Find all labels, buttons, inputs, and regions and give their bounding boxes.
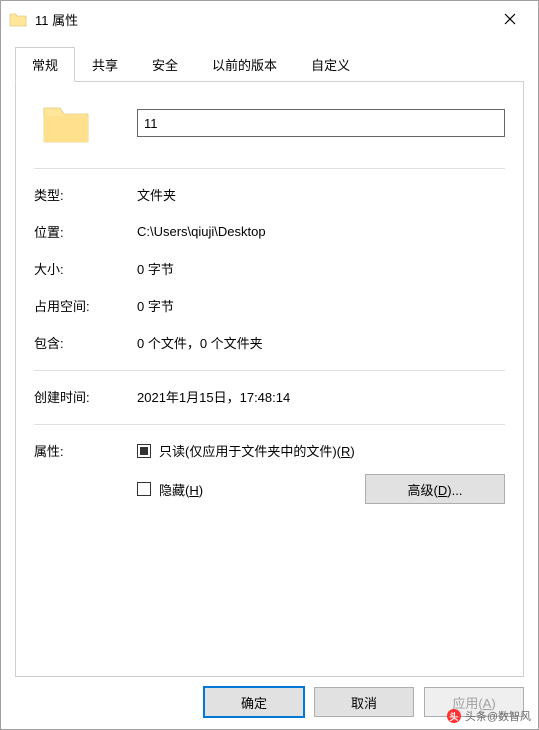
separator [34,424,505,425]
size-label: 大小: [34,259,137,278]
titlebar: 11 属性 [1,1,538,37]
contains-value: 0 个文件，0 个文件夹 [137,333,263,352]
readonly-label: 只读(仅应用于文件夹中的文件)(R) [159,441,355,460]
hidden-label: 隐藏(H) [159,480,203,499]
size-value: 0 字节 [137,259,174,278]
folder-name-input[interactable] [137,109,505,137]
created-value: 2021年1月15日，17:48:14 [137,387,290,406]
watermark-text: 头条@数智风 [465,708,531,724]
tab-previous-versions[interactable]: 以前的版本 [195,47,294,82]
location-value: C:\Users\qiuji\Desktop [137,224,266,239]
folder-icon [9,12,27,27]
type-value: 文件夹 [137,185,176,204]
hidden-checkbox[interactable] [137,482,151,496]
tab-panel-general: 类型: 文件夹 位置: C:\Users\qiuji\Desktop 大小: 0… [15,82,524,677]
tab-general[interactable]: 常规 [15,47,75,82]
watermark: 头 头条@数智风 [447,708,531,724]
window-title: 11 属性 [35,10,490,29]
tab-strip: 常规 共享 安全 以前的版本 自定义 [15,47,524,82]
hidden-checkbox-row[interactable]: 隐藏(H) [137,480,203,499]
attributes-label: 属性: [34,441,137,460]
readonly-checkbox[interactable] [137,444,151,458]
cancel-button[interactable]: 取消 [314,687,414,717]
separator [34,168,505,169]
watermark-icon: 头 [447,709,461,723]
close-icon [504,13,516,25]
separator [34,370,505,371]
type-label: 类型: [34,185,137,204]
size-on-disk-value: 0 字节 [137,296,174,315]
ok-button[interactable]: 确定 [204,687,304,717]
tabs-container: 常规 共享 安全 以前的版本 自定义 [1,37,538,82]
tab-security[interactable]: 安全 [135,47,195,82]
size-on-disk-label: 占用空间: [34,296,137,315]
readonly-checkbox-row[interactable]: 只读(仅应用于文件夹中的文件)(R) [137,441,505,460]
close-button[interactable] [490,4,530,34]
advanced-button[interactable]: 高级(D)... [365,474,505,504]
folder-icon-large [42,102,90,144]
created-label: 创建时间: [34,387,137,406]
location-label: 位置: [34,222,137,241]
contains-label: 包含: [34,333,137,352]
tab-sharing[interactable]: 共享 [75,47,135,82]
tab-customize[interactable]: 自定义 [294,47,367,82]
